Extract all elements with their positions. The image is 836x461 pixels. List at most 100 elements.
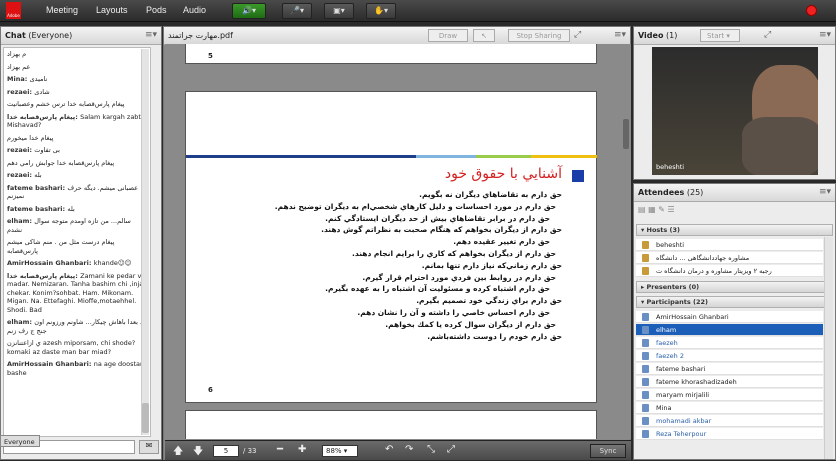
slide-rule-dark: [186, 155, 416, 158]
start-video-button[interactable]: Start ▾: [700, 29, 740, 42]
fit-page-icon[interactable]: ⤢: [447, 444, 455, 455]
top-menu-bar: Adobe Meeting Layouts Pods Audio 🔊▾ 🎤▾ ▣…: [0, 0, 836, 22]
edit-icon[interactable]: ✎: [658, 205, 665, 214]
participant-row[interactable]: fateme bashari: [636, 363, 823, 375]
speaker-button[interactable]: 🔊▾: [232, 3, 266, 19]
chat-sender: rezaei:: [7, 87, 35, 96]
participant-name: Reza Teherpour: [656, 430, 707, 438]
participant-row[interactable]: faezeh: [636, 337, 823, 349]
pointer-button[interactable]: ↖: [473, 29, 495, 42]
host-row[interactable]: رجبه ۲ ویزیتار مشاوره و درمان دانشگاه ت: [636, 265, 823, 277]
participant-name: maryam mirjalili: [656, 391, 710, 399]
pointer-icon: ↖: [481, 32, 487, 40]
zoom-in-icon[interactable]: ✚: [298, 444, 306, 455]
participant-row[interactable]: mohamadi akbar: [636, 415, 823, 427]
menu-meeting[interactable]: Meeting: [46, 5, 78, 15]
chat-message-list[interactable]: م بهزاد عم بهزاد Mina: نامیدی rezaei: شادی ت…: [3, 47, 151, 437]
list-view-icon[interactable]: ▤: [638, 205, 646, 214]
camera-button[interactable]: ▣▾: [324, 3, 354, 19]
slide-title: آشنايي با حقوق خود: [444, 166, 562, 182]
arrow-up-icon[interactable]: 🡅: [173, 444, 183, 461]
chat-text: م بهزاد: [7, 50, 27, 58]
slide-line: حق دارم در برابر تقاضاهاي بيش از حد ديگر…: [325, 213, 550, 223]
chat-title: Chat: [5, 31, 26, 40]
slide-rule-yellow: [531, 155, 597, 158]
user-icon: [642, 313, 649, 321]
chat-text: شادی: [34, 87, 50, 96]
participants-section[interactable]: ▾ Participants (22): [636, 296, 833, 308]
video-feed: beheshti: [652, 47, 818, 175]
menu-pods[interactable]: Pods: [146, 5, 167, 15]
fit-width-icon[interactable]: ⤡: [427, 444, 435, 455]
participant-row[interactable]: fateme khorashadizadeh: [636, 376, 823, 388]
attendees-header: Attendees (25) ≡▾: [634, 184, 835, 202]
chat-message: ‪پیغام پارس‌قصابه خدا‬: Zamani ke pedar …: [7, 272, 147, 315]
options-icon[interactable]: ☰: [667, 205, 674, 214]
scrollbar-thumb[interactable]: [142, 403, 149, 433]
participant-name: elham: [656, 326, 677, 334]
microphone-button[interactable]: 🎤▾: [282, 3, 312, 19]
menu-audio[interactable]: Audio: [183, 5, 206, 15]
presenters-section[interactable]: ▸ Presenters (0): [636, 281, 833, 293]
participant-name: fateme bashari: [656, 365, 706, 373]
attendees-pod: Attendees (25) ≡▾ ▤ ▦ ✎ ☰ ▾ Hosts (3) be…: [633, 183, 836, 460]
participant-row[interactable]: elham: [636, 324, 823, 336]
chat-sender: rezaei:: [7, 146, 35, 154]
chat-text: بی تفاوت: [34, 146, 60, 154]
host-row[interactable]: beheshti: [636, 239, 823, 251]
send-button[interactable]: ✉: [139, 440, 159, 454]
slide-line: حق دارم از ديگران بخواهم كه هنگام صحبت ب…: [321, 225, 562, 235]
stop-sharing-button[interactable]: Stop Sharing: [508, 29, 570, 42]
user-icon: [642, 417, 649, 425]
chat-sender: rezaei:: [7, 171, 35, 179]
zoom-out-icon[interactable]: ━: [277, 444, 283, 455]
chat-message: rezaei: شادی: [7, 88, 147, 97]
user-icon: [642, 254, 649, 262]
send-icon: ✉: [145, 441, 153, 450]
attendees-scrollbar[interactable]: [824, 237, 833, 459]
participant-row[interactable]: Reza Teherpour: [636, 428, 823, 440]
pod-menu-icon[interactable]: ≡▾: [145, 30, 157, 40]
document-scrollbar[interactable]: [623, 119, 629, 149]
pod-menu-icon[interactable]: ≡▾: [819, 30, 831, 40]
chat-text: عم بهزاد: [7, 62, 31, 71]
recording-icon[interactable]: [806, 5, 817, 16]
pod-menu-icon[interactable]: ≡▾: [819, 187, 831, 197]
document-viewer[interactable]: 5 آشنايي با حقوق خود حق دارم به تقاضاهاي…: [165, 44, 631, 439]
slide-body: حق دارم به تقاضاهاي ديگران نه بگويم. حق د…: [172, 189, 562, 342]
sync-button[interactable]: Sync: [590, 444, 626, 458]
chat-sender: AmirHossain Ghanbari:: [7, 360, 94, 368]
chat-message: AmirHossain Ghanbari: na age doostam bas…: [7, 360, 147, 377]
next-page: [185, 410, 597, 439]
participant-row[interactable]: faezeh 2: [636, 350, 823, 362]
chat-scrollbar[interactable]: [141, 49, 149, 435]
pod-menu-icon[interactable]: ≡▾: [614, 30, 626, 40]
chat-message: درست مثل من . منم شاکی میشم ‪پیغام پارس‌…: [7, 238, 147, 255]
status-view-icon[interactable]: ▦: [648, 205, 656, 214]
fullscreen-icon[interactable]: ⤢: [574, 30, 581, 40]
chat-sender: fateme bashari:: [7, 204, 68, 213]
chat-message: ‪پیغام پارس‌قصابه خدا‬: Salam kargah zab…: [7, 113, 147, 130]
fullscreen-icon[interactable]: ⤢: [764, 30, 771, 40]
draw-button[interactable]: Draw: [428, 29, 468, 42]
participant-row[interactable]: maryam mirjalili: [636, 389, 823, 401]
participant-row[interactable]: AmirHossain Ghanbari: [636, 311, 823, 323]
adobe-logo: Adobe: [6, 2, 21, 19]
host-row[interactable]: مشاوره جهاد‌دانشگاهی ... دانشگاه: [636, 252, 823, 264]
user-icon: [642, 352, 649, 360]
undo-icon[interactable]: ↶: [385, 444, 393, 455]
menu-layouts[interactable]: Layouts: [96, 5, 128, 15]
camera-icon: ▣▾: [333, 6, 345, 15]
redo-icon[interactable]: ↷: [405, 444, 413, 455]
participant-row[interactable]: Mina: [636, 402, 823, 414]
user-icon: [642, 241, 649, 249]
chat-message: خدا میخورم ‪پیغام‬: [7, 134, 147, 143]
zoom-select[interactable]: 88% ▾: [322, 445, 358, 457]
arrow-down-icon[interactable]: 🡇: [193, 444, 203, 461]
tab-everyone[interactable]: Everyone: [0, 435, 40, 447]
chat-message: rezaei: بله: [7, 171, 147, 180]
status-button[interactable]: ✋▾: [366, 3, 396, 19]
hosts-section[interactable]: ▾ Hosts (3): [636, 224, 833, 236]
chat-message: ترس خشم وعصبانیت ‪پیغام پارس‌قصابه خدا‬: [7, 100, 147, 109]
page-input[interactable]: 5: [213, 445, 239, 457]
